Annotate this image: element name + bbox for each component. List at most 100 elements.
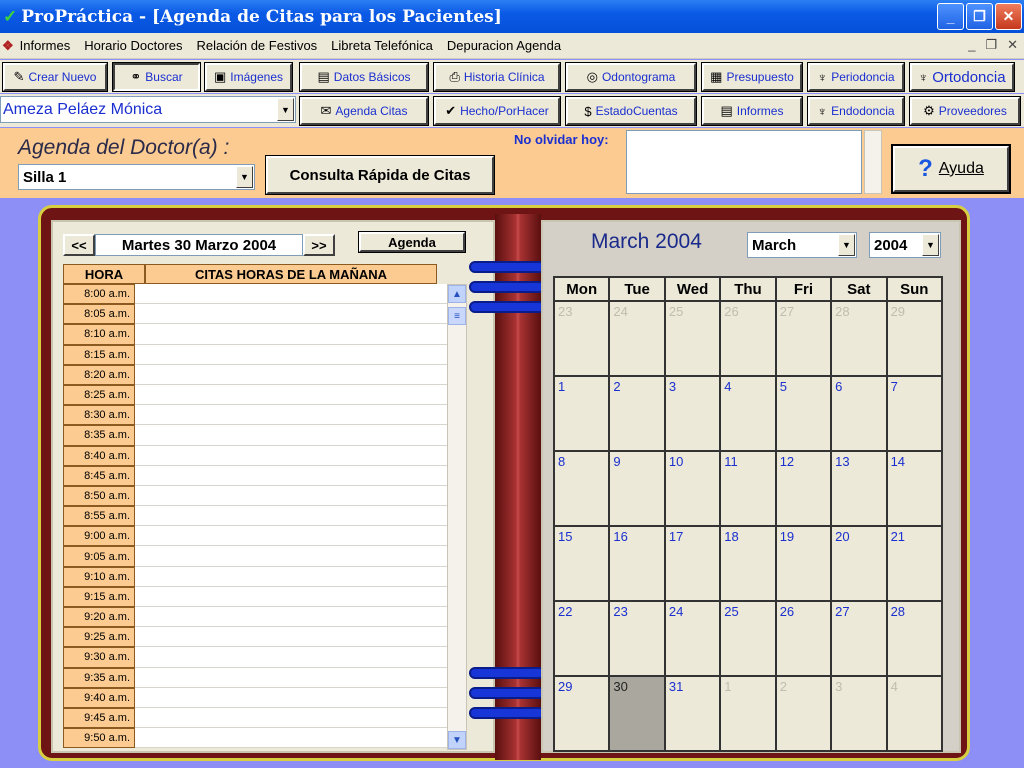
- chevron-down-icon[interactable]: ▼: [236, 166, 253, 188]
- doctor-select[interactable]: Ameza Peláez Mónica ▼: [0, 96, 296, 123]
- scroll-up-icon[interactable]: ▲: [448, 285, 466, 303]
- appointment-cell[interactable]: [135, 445, 447, 466]
- appointment-cell[interactable]: [135, 405, 447, 426]
- calendar-day[interactable]: 8: [554, 451, 610, 526]
- mdi-restore-icon[interactable]: ❐: [985, 37, 997, 53]
- calendar-day[interactable]: 1: [720, 676, 776, 751]
- no-olvidar-textarea[interactable]: [626, 130, 862, 194]
- calendar-day[interactable]: 2: [775, 676, 832, 751]
- crear-nuevo-button[interactable]: ✎ Crear Nuevo: [2, 62, 108, 92]
- calendar-day[interactable]: 3: [831, 676, 887, 751]
- mdi-close-icon[interactable]: ✕: [1007, 37, 1018, 53]
- calendar-day[interactable]: 23: [554, 301, 610, 376]
- calendar-day[interactable]: 20: [831, 526, 887, 601]
- calendar-day[interactable]: 10: [664, 451, 721, 526]
- agenda-button[interactable]: Agenda: [358, 231, 466, 253]
- calendar-day[interactable]: 26: [775, 601, 832, 676]
- estado-cuentas-button[interactable]: $ EstadoCuentas: [565, 96, 697, 126]
- menu-horario-doctores[interactable]: Horario Doctores: [84, 38, 182, 53]
- month-select[interactable]: March ▼: [747, 232, 857, 258]
- presupuesto-button[interactable]: ▦ Presupuesto: [701, 62, 803, 92]
- informes-button[interactable]: ▤ Informes: [701, 96, 803, 126]
- calendar-day[interactable]: 4: [886, 676, 942, 751]
- appointment-cell[interactable]: [135, 667, 447, 688]
- endodoncia-button[interactable]: ♆ Endodoncia: [807, 96, 905, 126]
- scroll-thumb[interactable]: ≡: [448, 307, 466, 325]
- agenda-scrollbar[interactable]: ▲ ≡ ▼: [447, 284, 467, 750]
- historia-clinica-button[interactable]: ⎙ Historia Clínica: [433, 62, 561, 92]
- calendar-day[interactable]: 28: [831, 301, 887, 376]
- calendar-day[interactable]: 4: [720, 376, 776, 451]
- appointment-cell[interactable]: [135, 566, 447, 587]
- appointment-cell[interactable]: [135, 384, 447, 406]
- appointment-cell[interactable]: [135, 465, 447, 486]
- appointment-cell[interactable]: [135, 687, 447, 708]
- menu-relacion-festivos[interactable]: Relación de Festivos: [197, 38, 318, 53]
- calendar-day[interactable]: 19: [775, 526, 832, 601]
- year-select[interactable]: 2004 ▼: [869, 232, 941, 258]
- proveedores-button[interactable]: ⚙ Proveedores: [909, 96, 1021, 126]
- hecho-porhacer-button[interactable]: ✔ Hecho/PorHacer: [433, 96, 561, 126]
- chevron-down-icon[interactable]: ▼: [277, 98, 294, 121]
- calendar-day[interactable]: 13: [831, 451, 887, 526]
- calendar-day-selected[interactable]: 30: [609, 676, 665, 751]
- calendar-day[interactable]: 18: [720, 526, 776, 601]
- calendar-day[interactable]: 6: [831, 376, 887, 451]
- calendar-day[interactable]: 7: [886, 376, 942, 451]
- appointment-cell[interactable]: [135, 586, 447, 607]
- calendar-day[interactable]: 9: [609, 451, 665, 526]
- calendar-day[interactable]: 3: [664, 376, 721, 451]
- appointment-cell[interactable]: [135, 304, 447, 325]
- no-olvidar-scrollbar[interactable]: [864, 130, 882, 194]
- calendar-day[interactable]: 27: [831, 601, 887, 676]
- datos-basicos-button[interactable]: ▤ Datos Básicos: [299, 62, 429, 92]
- menu-libreta-telefonica[interactable]: Libreta Telefónica: [331, 38, 433, 53]
- minimize-button[interactable]: _: [937, 3, 964, 30]
- calendar-day[interactable]: 22: [554, 601, 610, 676]
- calendar-day[interactable]: 5: [775, 376, 832, 451]
- menu-depuracion-agenda[interactable]: Depuracion Agenda: [447, 38, 561, 53]
- document-menu-icon[interactable]: ❖: [2, 38, 14, 54]
- calendar-day[interactable]: 17: [664, 526, 721, 601]
- periodoncia-button[interactable]: ♆ Periodoncia: [807, 62, 905, 92]
- appointment-cell[interactable]: [135, 546, 447, 567]
- calendar-day[interactable]: 24: [664, 601, 721, 676]
- scroll-down-icon[interactable]: ▼: [448, 731, 466, 749]
- calendar-day[interactable]: 29: [886, 301, 942, 376]
- calendar-day[interactable]: 23: [609, 601, 665, 676]
- close-button[interactable]: ✕: [995, 3, 1022, 30]
- next-day-button[interactable]: >>: [303, 234, 335, 256]
- appointment-cell[interactable]: [135, 526, 447, 547]
- appointment-cell[interactable]: [135, 364, 447, 385]
- calendar-day[interactable]: 12: [775, 451, 832, 526]
- ortodoncia-button[interactable]: ♆ Ortodoncia: [909, 62, 1015, 92]
- appointment-cell[interactable]: [135, 344, 447, 365]
- buscar-button[interactable]: ⚭ Buscar: [112, 62, 201, 92]
- restore-button[interactable]: ❐: [966, 3, 993, 30]
- appointment-cell[interactable]: [135, 425, 447, 446]
- agenda-citas-button[interactable]: ✉ Agenda Citas: [299, 96, 429, 126]
- mdi-minimize-icon[interactable]: _: [968, 37, 975, 53]
- calendar-day[interactable]: 27: [775, 301, 832, 376]
- calendar-day[interactable]: 28: [886, 601, 942, 676]
- appointment-cell[interactable]: [135, 707, 447, 729]
- appointment-cell[interactable]: [135, 324, 447, 345]
- calendar-day[interactable]: 15: [554, 526, 610, 601]
- calendar-day[interactable]: 11: [720, 451, 776, 526]
- odontograma-button[interactable]: ◎ Odontograma: [565, 62, 697, 92]
- calendar-day[interactable]: 21: [886, 526, 942, 601]
- chevron-down-icon[interactable]: ▼: [922, 234, 939, 256]
- chevron-down-icon[interactable]: ▼: [838, 234, 855, 256]
- calendar-day[interactable]: 25: [720, 601, 776, 676]
- imagenes-button[interactable]: ▣ Imágenes: [204, 62, 293, 92]
- calendar-day[interactable]: 24: [609, 301, 665, 376]
- calendar-day[interactable]: 29: [554, 676, 610, 751]
- calendar-day[interactable]: 26: [720, 301, 776, 376]
- calendar-day[interactable]: 25: [664, 301, 721, 376]
- calendar-day[interactable]: 16: [609, 526, 665, 601]
- appointment-cell[interactable]: [135, 485, 447, 507]
- appointment-cell[interactable]: [135, 728, 447, 749]
- calendar-day[interactable]: 2: [609, 376, 665, 451]
- appointment-cell[interactable]: [135, 506, 447, 527]
- calendar-day[interactable]: 1: [554, 376, 610, 451]
